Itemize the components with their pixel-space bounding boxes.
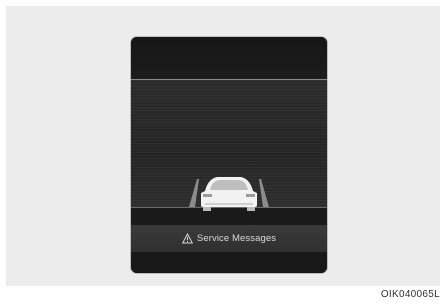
cluster-display: Service Messages bbox=[131, 37, 327, 273]
car-wheel-left bbox=[203, 207, 211, 211]
figure-code: OIK040065L bbox=[380, 289, 440, 300]
car-wheel-right bbox=[247, 207, 255, 211]
service-message-bar: Service Messages bbox=[131, 225, 327, 252]
left-lane-line bbox=[189, 179, 199, 207]
right-lane-line bbox=[259, 179, 269, 207]
car-tail-light-right bbox=[246, 194, 255, 197]
car-rear-window bbox=[210, 180, 248, 190]
service-message-text: Service Messages bbox=[196, 233, 277, 244]
warning-icon bbox=[181, 232, 194, 244]
car-tail-light-left bbox=[203, 194, 212, 197]
display-top-band bbox=[131, 37, 327, 79]
car-bumper bbox=[205, 203, 253, 205]
display-bottom-band bbox=[131, 252, 327, 273]
vehicle-graphic bbox=[189, 177, 269, 211]
